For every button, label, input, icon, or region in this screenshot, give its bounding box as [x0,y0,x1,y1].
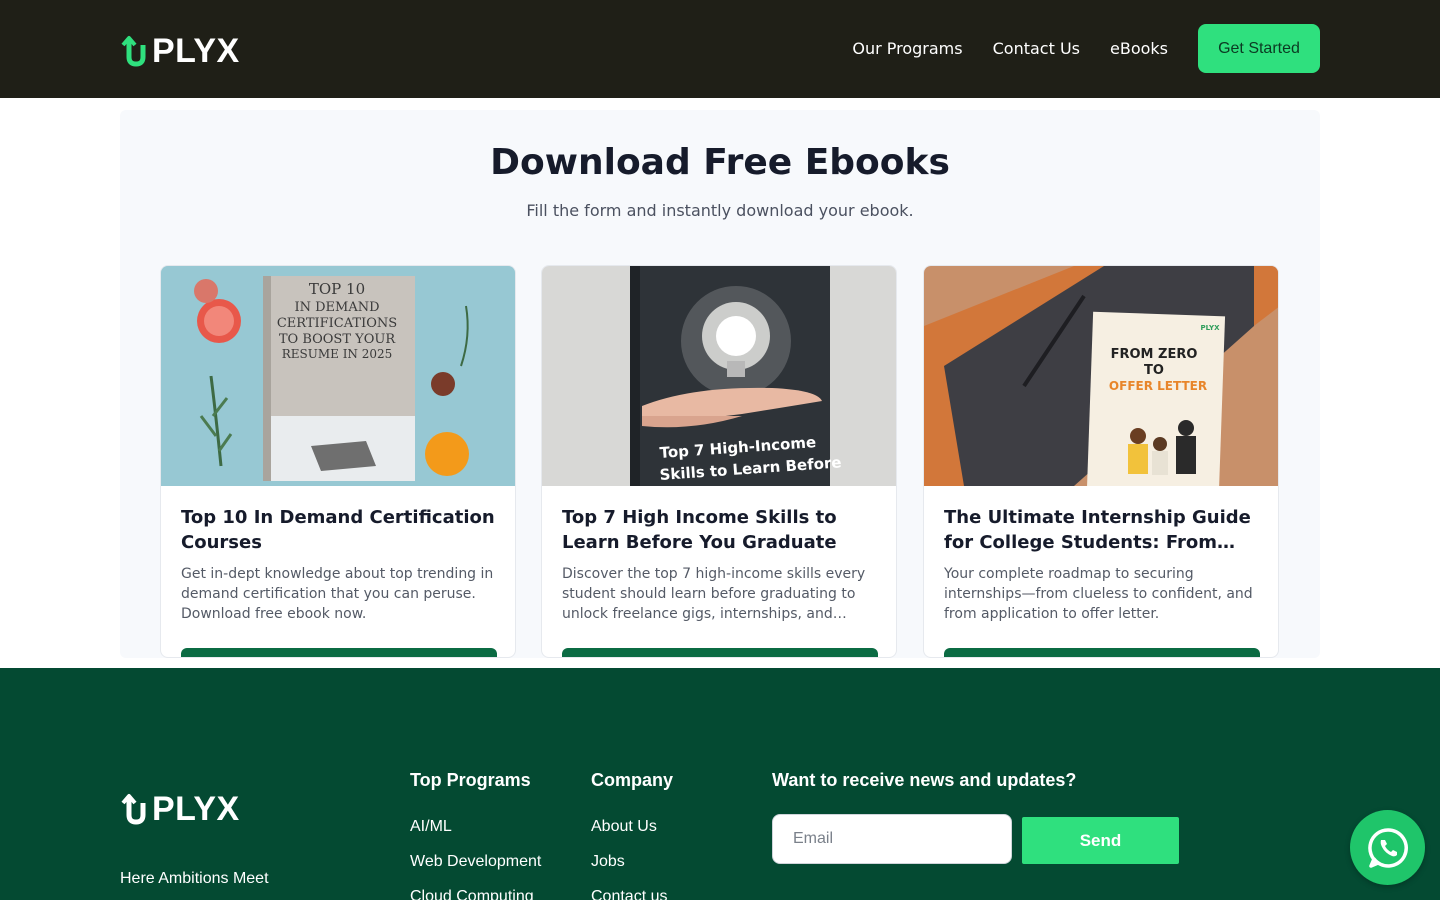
ebook-card-1[interactable]: TOP 10 IN DEMAND CERTIFICATIONS TO BOOST… [160,265,516,658]
cover-text-3c: OFFER LETTER [1109,379,1207,393]
top-programs-heading: Top Programs [410,770,531,790]
whatsapp-chat-button[interactable] [1350,810,1425,885]
ebook-description-2: Discover the top 7 high-income skills ev… [562,566,866,622]
nav-contact-us[interactable]: Contact Us [993,39,1080,58]
footer-link-jobs[interactable]: Jobs [591,853,625,871]
ebook-cover-image-3: FROM ZERO TO OFFER LETTER PLYX [924,266,1278,486]
whatsapp-icon [1367,827,1408,868]
cover-text-3a: FROM ZERO [1111,347,1198,362]
newsletter-send-button[interactable]: Send [1022,817,1179,864]
ebook-description-1: Get in-dept knowledge about top trending… [181,566,494,622]
nav-ebooks[interactable]: eBooks [1110,39,1168,58]
ebook-cover-image-2: Top 7 High-Income Skills to Learn Before [542,266,896,486]
ebook-card-2[interactable]: Top 7 High-Income Skills to Learn Before… [541,265,897,658]
footer-link-aiml[interactable]: AI/ML [410,818,452,836]
site-footer: PLYX Here Ambitions Meet Top Programs AI… [0,668,1440,900]
footer-logo-arrow-icon [121,794,146,825]
footer-link-web-development[interactable]: Web Development [410,853,541,871]
ebook-title-2: Top 7 High Income Skills to Learn Before… [562,507,837,553]
main-nav: Our Programs Contact Us eBooks Get Start… [852,24,1320,73]
footer-link-contact-us[interactable]: Contact us [591,888,667,900]
ebook-description-3: Your complete roadmap to securing intern… [944,566,1253,622]
ebook-card-3[interactable]: FROM ZERO TO OFFER LETTER PLYX The Ultim… [923,265,1279,658]
site-header: PLYX Our Programs Contact Us eBooks Get … [0,0,1440,98]
footer-tagline: Here Ambitions Meet [120,870,269,887]
cover-logo-3: PLYX [1201,324,1221,332]
ebook-cover-image-1: TOP 10 IN DEMAND CERTIFICATIONS TO BOOST… [161,266,515,486]
brand-logo[interactable]: PLYX [120,34,240,68]
get-started-button[interactable]: Get Started [1198,24,1320,73]
page-subtitle: Fill the form and instantly download you… [526,201,914,220]
logo-arrow-icon [121,36,146,67]
company-heading: Company [591,770,674,790]
cover-text-1e: RESUME IN 2025 [282,347,393,361]
newsletter-email-input[interactable] [772,814,1012,864]
footer-logo-text: PLYX [152,790,240,828]
ebook-title-1: Top 10 In Demand Certification Courses [181,507,495,553]
nav-our-programs[interactable]: Our Programs [852,39,962,58]
cover-text-1c: CERTIFICATIONS [277,316,397,331]
download-button-3[interactable] [944,648,1260,657]
footer-logo[interactable]: PLYX [120,792,240,826]
page-title: Download Free Ebooks [490,142,950,183]
logo-text: PLYX [152,32,240,70]
ebook-title-3: The Ultimate Internship Guide for Colleg… [944,507,1251,553]
cover-text-3b: TO [1144,363,1164,378]
download-button-2[interactable] [562,648,878,657]
cover-text-1d: TO BOOST YOUR [279,332,396,347]
cover-text-1b: IN DEMAND [294,300,379,315]
footer-link-about-us[interactable]: About Us [591,818,657,836]
cover-text-1a: TOP 10 [309,280,365,298]
download-button-1[interactable] [181,648,497,657]
newsletter-heading: Want to receive news and updates? [772,770,1077,790]
footer-link-cloud-computing[interactable]: Cloud Computing [410,888,534,900]
